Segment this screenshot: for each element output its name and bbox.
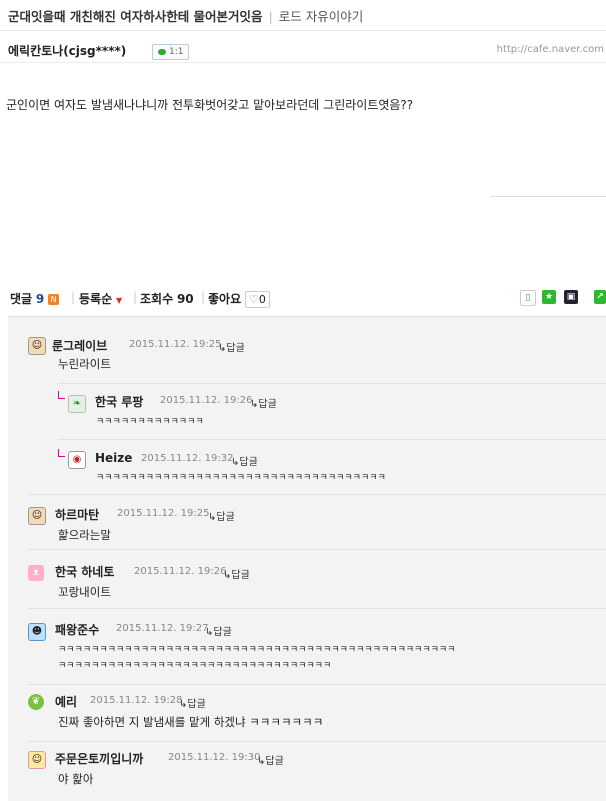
like-section: 좋아요 ♡0 (208, 290, 270, 308)
chat-bubble-icon (158, 48, 166, 55)
comment-text: ㅋㅋㅋㅋㅋㅋㅋㅋㅋㅋㅋㅋㅋㅋㅋㅋㅋㅋㅋㅋㅋㅋㅋㅋㅋㅋㅋㅋㅋㅋㅋㅋㅋㅋㅋㅋㅋㅋㅋㅋ… (58, 645, 456, 655)
comment-date: 2015.11.12. 19:32 (141, 453, 234, 464)
bar-separator: | (71, 290, 76, 304)
comment-author[interactable]: 한국 루팡 (95, 393, 143, 410)
comment-text: 누린라이트 (58, 357, 111, 371)
comment-text: 진짜 좋아하면 지 발냄새를 맡게 하겠냐 ㅋㅋㅋㅋㅋㅋㅋ (58, 715, 324, 729)
title-separator: | (268, 9, 273, 24)
comment-date: 2015.11.12. 19:26 (134, 566, 227, 577)
phone-icon[interactable]: ▯ (520, 290, 536, 306)
face-icon: ☺ (28, 337, 46, 355)
comment-count-toggle[interactable]: 댓글 9 N (10, 290, 60, 307)
comment-text: ㅋㅋㅋㅋㅋㅋㅋㅋㅋㅋㅋㅋㅋ (96, 417, 204, 427)
comment-date: 2015.11.12. 19:27 (116, 623, 209, 634)
comment-list: ☺ 룬그레이브 2015.11.12. 19:25 ↳답글 누린라이트 ❧ 한국… (8, 316, 606, 801)
comment-date: 2015.11.12. 19:30 (168, 752, 261, 763)
comment-bar: 댓글 9 N | 등록순 ▼ | 조회수 90 | 좋아요 ♡0 ▯ ★ ▣ ↗ (0, 288, 606, 310)
comment-date: 2015.11.12. 19:25 (117, 508, 210, 519)
comment-count: 9 (35, 292, 45, 306)
bar-separator: | (201, 290, 206, 304)
leaf-icon: ❧ (68, 395, 86, 413)
board-link[interactable]: 로드 자유이야기 (279, 9, 363, 24)
reply-button[interactable]: ↳답글 (205, 623, 232, 638)
cafe-url[interactable]: http://cafe.naver.com (497, 44, 604, 55)
comment-text: ㅋㅋㅋㅋㅋㅋㅋㅋㅋㅋㅋㅋㅋㅋㅋㅋㅋㅋㅋㅋㅋㅋㅋㅋㅋㅋㅋㅋㅋㅋㅋㅋㅋㅋㅋ (96, 473, 386, 483)
cat-icon: ᴥ (28, 565, 44, 581)
star-icon[interactable]: ★ (542, 290, 556, 304)
comment-author[interactable]: 룬그레이브 (52, 337, 107, 354)
reply-button[interactable]: ↳답글 (179, 695, 206, 710)
comment-author[interactable]: 한국 하네토 (55, 563, 114, 580)
like-button[interactable]: ♡0 (244, 291, 270, 308)
sort-dropdown[interactable]: 등록순 ▼ (79, 290, 122, 307)
comment-author[interactable]: 하르마탄 (55, 506, 99, 523)
blue-face-icon: ☻ (28, 623, 46, 641)
reply-button[interactable]: ↳답글 (218, 339, 245, 354)
one-to-one-chat-button[interactable]: 1:1 (152, 44, 190, 60)
caret-down-icon: ▼ (115, 296, 123, 305)
comment-text: 야 핥아 (58, 772, 94, 786)
bar-separator: | (133, 290, 138, 304)
reply-indent-icon (58, 391, 65, 399)
reply-button[interactable]: ↳답글 (257, 752, 284, 767)
reply-button[interactable]: ↳답글 (208, 508, 235, 523)
post-header: 군대잇을때 개친해진 여자하사한테 물어본거잇음 | 로드 자유이야기 (0, 0, 606, 31)
comment-author[interactable]: 주문은토끼입니까 (55, 750, 143, 767)
comment-text-line2: ㅋㅋㅋㅋㅋㅋㅋㅋㅋㅋㅋㅋㅋㅋㅋㅋㅋㅋㅋㅋㅋㅋㅋㅋㅋㅋㅋㅋㅋㅋㅋㅋㅋ (58, 661, 332, 671)
heart-icon: ♡ (248, 293, 259, 306)
reply-button[interactable]: ↳답글 (223, 566, 250, 581)
divider (490, 196, 606, 197)
comment-date: 2015.11.12. 19:26 (160, 395, 253, 406)
reply-button[interactable]: ↳답글 (250, 395, 277, 410)
post-author[interactable]: 에릭칸토나(cjsg****) (8, 42, 126, 59)
glasses-face-icon: ◉ (68, 451, 86, 469)
comment-author[interactable]: 패왕준수 (55, 621, 99, 638)
author-row: 에릭칸토나(cjsg****) 1:1 http://cafe.naver.co… (0, 38, 606, 63)
memo-icon[interactable]: ▣ (564, 290, 578, 304)
face-icon: ☺ (28, 507, 46, 525)
reply-indent-icon (58, 449, 65, 457)
post-body: 군인이면 여자도 발냄새나냐니까 전투화벗어갖고 맡아보라던데 그린라이트엿음?… (6, 98, 414, 112)
comment-date: 2015.11.12. 19:28 (90, 695, 183, 706)
share-icon[interactable]: ↗ (594, 290, 606, 304)
post-title: 군대잇을때 개친해진 여자하사한테 물어본거잇음 (8, 9, 263, 24)
comment-author[interactable]: Heize (95, 451, 132, 465)
reply-button[interactable]: ↳답글 (231, 453, 258, 468)
green-leaf-icon: ❦ (28, 694, 44, 710)
comment-author[interactable]: 예리 (55, 693, 77, 710)
rss-icon[interactable]: N (48, 294, 60, 305)
comment-text: 꼬랑내이트 (58, 585, 111, 599)
girl-face-icon: ☺ (28, 751, 46, 769)
view-count: 조회수 90 (140, 292, 194, 306)
comment-date: 2015.11.12. 19:25 (129, 339, 222, 350)
comment-text: 핥으라는말 (58, 528, 111, 542)
